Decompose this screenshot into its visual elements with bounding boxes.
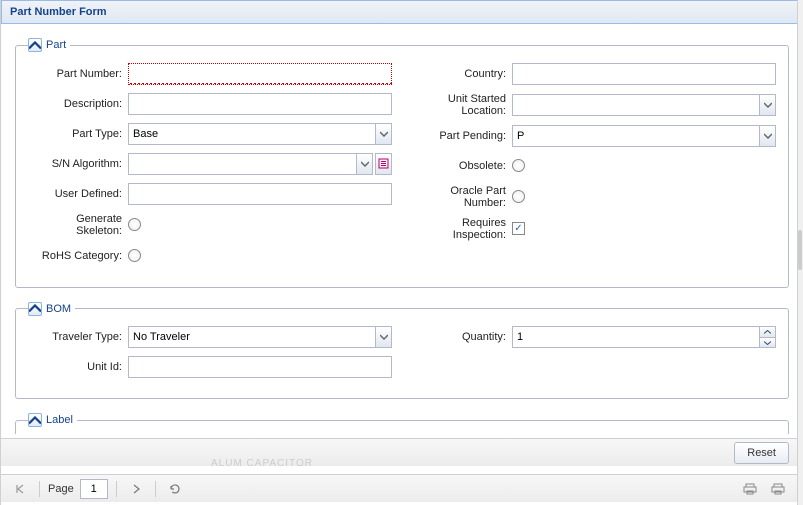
separator	[155, 481, 156, 497]
next-page-icon	[132, 484, 140, 494]
bom-collapse-button[interactable]	[28, 302, 42, 316]
first-page-button[interactable]	[9, 479, 31, 499]
generate-skeleton-label: Generate Skeleton:	[28, 213, 128, 237]
reset-button[interactable]: Reset	[734, 442, 789, 464]
background-ghost-text: ALUM CAPACITOR	[211, 458, 313, 469]
separator	[39, 481, 40, 497]
traveler-type-label: Traveler Type:	[28, 331, 128, 343]
pager-toolbar: Page	[1, 474, 797, 502]
requires-inspection-checkbox[interactable]: ✓	[512, 222, 525, 235]
part-type-input[interactable]	[128, 123, 375, 145]
refresh-icon	[169, 483, 181, 495]
chevron-down-icon	[380, 131, 388, 137]
oracle-part-number-label: Oracle Part Number:	[412, 185, 512, 209]
unit-id-input[interactable]	[128, 356, 392, 378]
window-title: Part Number Form	[10, 6, 107, 18]
rohs-category-radio[interactable]	[128, 249, 141, 262]
part-pending-combo[interactable]	[512, 125, 776, 147]
form-body: Part Part Number: Description: Part Type…	[1, 24, 803, 434]
part-pending-label: Part Pending:	[412, 130, 512, 142]
generate-skeleton-radio[interactable]	[128, 218, 141, 231]
unit-started-location-trigger[interactable]	[759, 94, 776, 116]
part-type-trigger[interactable]	[375, 123, 392, 145]
sn-algorithm-lookup-button[interactable]	[375, 153, 392, 175]
bom-legend: BOM	[46, 303, 71, 315]
traveler-type-input[interactable]	[128, 326, 375, 348]
user-defined-input[interactable]	[128, 183, 392, 205]
chevron-down-icon	[764, 102, 772, 108]
bom-fieldset: BOM Traveler Type: Unit Id:	[15, 302, 789, 400]
quantity-up-button[interactable]	[759, 326, 776, 337]
part-legend: Part	[46, 39, 66, 51]
page-label: Page	[48, 483, 74, 495]
part-type-combo[interactable]	[128, 123, 392, 145]
country-input[interactable]	[512, 63, 776, 85]
form-footer: Reset	[1, 438, 797, 466]
lookup-icon	[378, 158, 389, 169]
separator	[116, 481, 117, 497]
sn-algorithm-input[interactable]	[128, 153, 356, 175]
first-page-icon	[15, 484, 25, 494]
sn-algorithm-trigger[interactable]	[356, 153, 373, 175]
obsolete-radio[interactable]	[512, 159, 525, 172]
sn-algorithm-combo[interactable]	[128, 153, 373, 175]
label-fieldset: Label	[15, 413, 789, 434]
page-number-input[interactable]	[80, 479, 108, 499]
quantity-spinner[interactable]	[512, 326, 776, 348]
print-button-2[interactable]	[767, 479, 789, 499]
quantity-label: Quantity:	[412, 331, 512, 343]
part-fieldset: Part Part Number: Description: Part Type…	[15, 38, 789, 288]
window-title-bar: Part Number Form	[1, 0, 803, 24]
traveler-type-trigger[interactable]	[375, 326, 392, 348]
quantity-input[interactable]	[512, 326, 759, 348]
part-pending-input[interactable]	[512, 125, 759, 147]
oracle-part-number-radio[interactable]	[512, 190, 525, 203]
chevron-up-icon	[29, 41, 41, 50]
chevron-down-icon	[764, 341, 771, 345]
description-input[interactable]	[128, 93, 392, 115]
unit-id-label: Unit Id:	[28, 361, 128, 373]
printer-icon	[743, 483, 757, 495]
part-type-label: Part Type:	[28, 128, 128, 140]
label-collapse-button[interactable]	[28, 413, 42, 427]
refresh-button[interactable]	[164, 479, 186, 499]
chevron-up-icon	[764, 330, 771, 334]
part-number-input[interactable]	[128, 63, 392, 85]
unit-started-location-label: Unit Started Location:	[412, 93, 512, 117]
traveler-type-combo[interactable]	[128, 326, 392, 348]
scrollbar-handle[interactable]	[798, 230, 802, 270]
part-number-label: Part Number:	[28, 68, 128, 80]
unit-started-location-combo[interactable]	[512, 94, 776, 116]
chevron-down-icon	[361, 161, 369, 167]
quantity-down-button[interactable]	[759, 337, 776, 348]
part-collapse-button[interactable]	[28, 38, 42, 52]
next-page-button[interactable]	[125, 479, 147, 499]
description-label: Description:	[28, 98, 128, 110]
rohs-category-label: RoHS Category:	[28, 250, 128, 262]
print-button[interactable]	[739, 479, 761, 499]
user-defined-label: User Defined:	[28, 188, 128, 200]
sn-algorithm-label: S/N Algorithm:	[28, 158, 128, 170]
chevron-down-icon	[380, 334, 388, 340]
chevron-down-icon	[764, 133, 772, 139]
country-label: Country:	[412, 68, 512, 80]
requires-inspection-label: Requires Inspection:	[412, 217, 512, 241]
printer-icon	[771, 483, 785, 495]
obsolete-label: Obsolete:	[412, 160, 512, 172]
chevron-up-icon	[29, 416, 41, 425]
chevron-up-icon	[29, 304, 41, 313]
unit-started-location-input[interactable]	[512, 94, 759, 116]
part-pending-trigger[interactable]	[759, 125, 776, 147]
label-legend: Label	[46, 414, 73, 426]
